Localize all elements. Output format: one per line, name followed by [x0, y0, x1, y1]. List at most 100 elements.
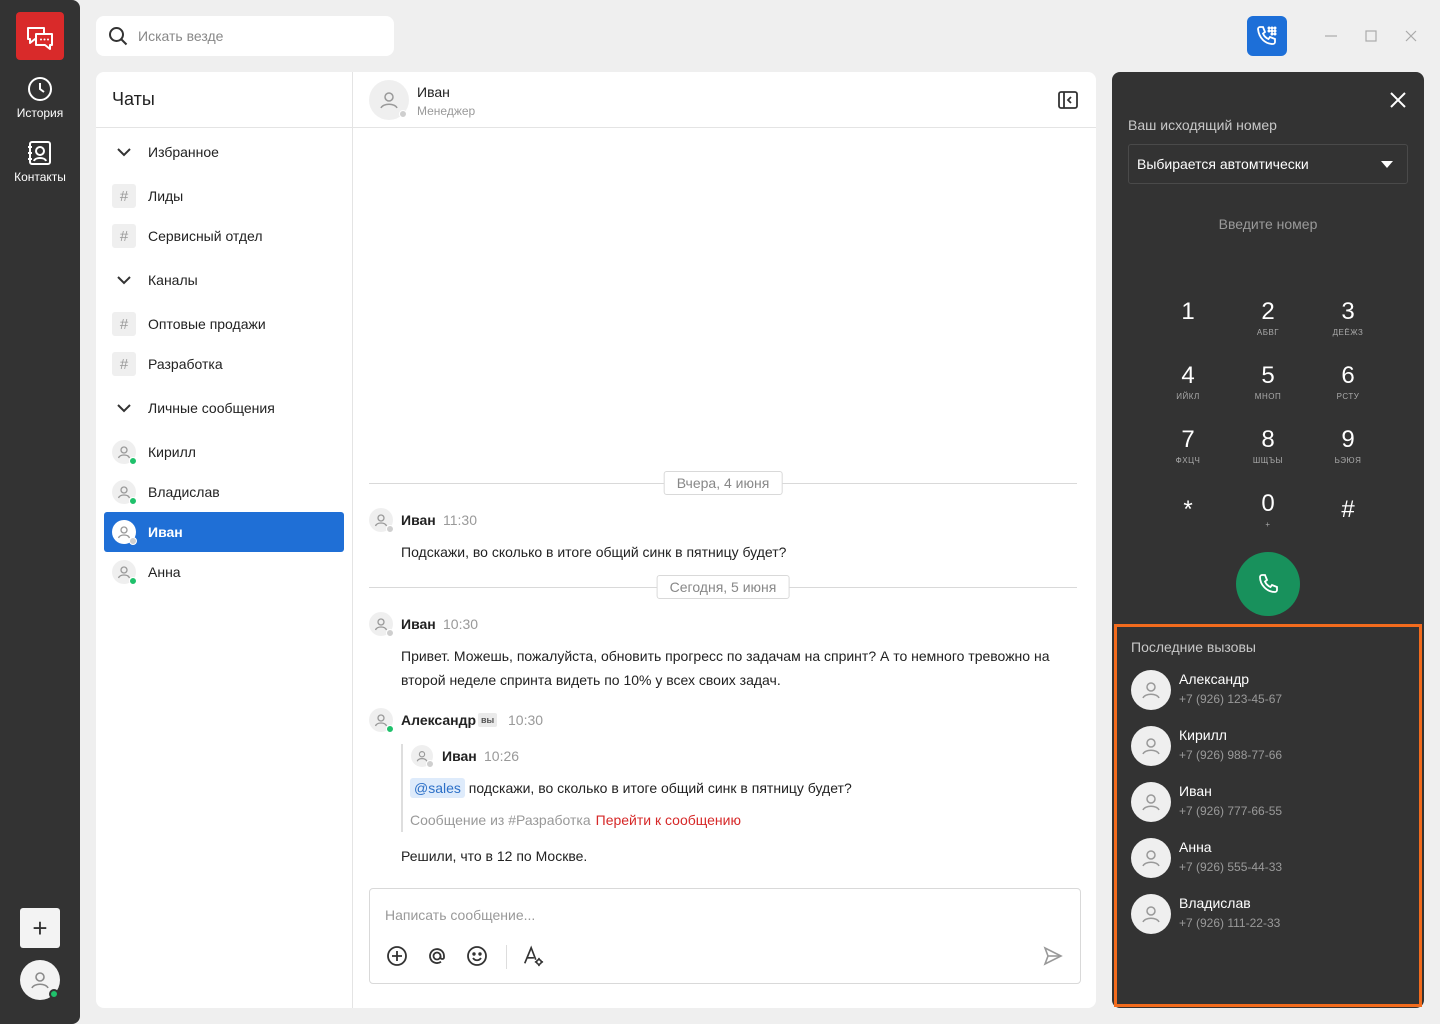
recent-call-name: Анна: [1179, 839, 1212, 855]
emoji-button[interactable]: [466, 945, 488, 967]
user-avatar[interactable]: [20, 960, 60, 1000]
recent-call-item[interactable]: Александр +7 (926) 123-45-67: [1131, 670, 1411, 710]
channel-wholesale[interactable]: # Оптовые продажи: [104, 304, 344, 344]
close-window-button[interactable]: [1402, 27, 1420, 45]
keypad-key[interactable]: 9 ЬЭЮЯ: [1318, 426, 1378, 465]
channel-service[interactable]: # Сервисный отдел: [104, 216, 344, 256]
send-button[interactable]: [1042, 945, 1064, 967]
status-dot: [386, 525, 394, 533]
message-time: 11:30: [443, 512, 477, 528]
chevron-down-icon: [112, 140, 136, 164]
keypad-key[interactable]: 2 АБВГ: [1238, 298, 1298, 337]
recent-call-name: Иван: [1179, 783, 1212, 799]
keypad-key[interactable]: 5 МНОП: [1238, 362, 1298, 401]
left-rail: История Контакты +: [0, 0, 80, 1024]
mention-button[interactable]: [426, 945, 448, 967]
channel-leads[interactable]: # Лиды: [104, 176, 344, 216]
hash-icon: #: [112, 224, 136, 248]
search-input[interactable]: [138, 28, 378, 44]
dm-label: Владислав: [148, 484, 220, 500]
contact-avatar: [1131, 670, 1171, 710]
message-text: Привет. Можешь, пожалуйста, обновить про…: [401, 648, 1050, 664]
call-button[interactable]: [1236, 552, 1300, 616]
key-digit: *: [1183, 496, 1193, 523]
key-letters: ДЕЁЖЗ: [1332, 328, 1364, 337]
rail-item-history[interactable]: История: [0, 76, 80, 120]
contact-role: Менеджер: [417, 104, 476, 118]
person-icon: [1142, 850, 1160, 867]
dm-anna[interactable]: Анна: [104, 552, 344, 592]
section-channels[interactable]: Каналы: [104, 260, 344, 300]
key-digit: 4: [1181, 362, 1195, 389]
global-search[interactable]: [96, 16, 394, 56]
rail-item-label: История: [16, 106, 64, 120]
message-input[interactable]: [385, 907, 985, 923]
recent-call-item[interactable]: Кирилл +7 (926) 988-77-66: [1131, 726, 1411, 766]
recent-call-item[interactable]: Иван +7 (926) 777-66-55: [1131, 782, 1411, 822]
keypad-key[interactable]: 7 ФХЦЧ: [1158, 426, 1218, 465]
status-dot: [386, 725, 394, 733]
message-author[interactable]: Иван: [401, 512, 436, 528]
add-button[interactable]: +: [20, 908, 60, 948]
quote-avatar: [411, 745, 434, 768]
message-time: 10:30: [443, 616, 479, 632]
message-avatar[interactable]: [369, 708, 394, 733]
phone-dialer-button[interactable]: [1247, 16, 1287, 56]
date-separator: Сегодня, 5 июня: [369, 575, 1077, 599]
search-icon: [109, 27, 128, 46]
hash-icon: #: [112, 312, 136, 336]
date-label: Сегодня, 5 июня: [656, 575, 790, 599]
keypad-key[interactable]: #: [1318, 490, 1378, 526]
close-dialer-button[interactable]: [1390, 92, 1406, 113]
keypad-key[interactable]: 0 +: [1238, 490, 1298, 529]
you-badge: вы: [478, 713, 498, 727]
message-author[interactable]: Иван: [401, 616, 436, 632]
keypad-key[interactable]: 4 ИЙКЛ: [1158, 362, 1218, 401]
hash-icon: #: [112, 352, 136, 376]
message-avatar[interactable]: [369, 508, 394, 533]
maximize-button[interactable]: [1362, 27, 1380, 45]
message-author[interactable]: Александр: [401, 712, 476, 728]
channel-development[interactable]: # Разработка: [104, 344, 344, 384]
recent-call-item[interactable]: Анна +7 (926) 555-44-33: [1131, 838, 1411, 878]
dialer-panel: Ваш исходящий номер Выбирается автомтиче…: [1112, 72, 1424, 1008]
person-icon: [1142, 682, 1160, 699]
dm-kirill[interactable]: Кирилл: [104, 432, 344, 472]
recent-call-phone: +7 (926) 555-44-33: [1179, 860, 1283, 874]
recent-call-item[interactable]: Владислав +7 (926) 111-22-33: [1131, 894, 1411, 934]
key-digit: 3: [1341, 298, 1355, 325]
person-icon: [380, 92, 398, 109]
go-to-message-link[interactable]: Перейти к сообщению: [596, 812, 741, 828]
minimize-button[interactable]: [1322, 27, 1340, 45]
attach-button[interactable]: [386, 945, 408, 967]
channel-label: Лиды: [148, 188, 184, 204]
format-button[interactable]: [522, 945, 544, 967]
key-digit: 0: [1261, 490, 1275, 517]
outgoing-number-value: Выбирается автомтически: [1137, 156, 1309, 172]
rail-item-contacts[interactable]: Контакты: [0, 140, 80, 184]
contact-avatar[interactable]: [369, 80, 409, 120]
mention-tag[interactable]: @sales: [410, 778, 465, 798]
keypad-key[interactable]: 8 ШЩЪЫ: [1238, 426, 1298, 465]
recent-call-name: Владислав: [1179, 895, 1251, 911]
dm-vladislav[interactable]: Владислав: [104, 472, 344, 512]
keypad-key[interactable]: 3 ДЕЁЖЗ: [1318, 298, 1378, 337]
outgoing-number-select[interactable]: Выбирается автомтически: [1128, 144, 1408, 184]
section-direct[interactable]: Личные сообщения: [104, 388, 344, 428]
conversation-header: Иван Менеджер: [353, 72, 1096, 128]
message-composer: [369, 888, 1081, 984]
keypad-key[interactable]: 6 РСТУ: [1318, 362, 1378, 401]
number-input[interactable]: Введите номер: [1128, 216, 1408, 232]
message-avatar[interactable]: [369, 612, 394, 637]
keypad-key[interactable]: 1: [1158, 298, 1218, 328]
channel-label: Сервисный отдел: [148, 228, 263, 244]
dm-ivan[interactable]: Иван: [104, 512, 344, 552]
person-icon: [112, 520, 137, 545]
contact-name: Иван: [417, 84, 450, 100]
section-favorites[interactable]: Избранное: [104, 132, 344, 172]
app-logo[interactable]: [16, 12, 64, 60]
toggle-panel-button[interactable]: [1058, 91, 1078, 114]
keypad-key[interactable]: *: [1158, 490, 1218, 526]
phone-keypad-icon: [1257, 26, 1277, 45]
key-letters: ИЙКЛ: [1176, 392, 1200, 401]
